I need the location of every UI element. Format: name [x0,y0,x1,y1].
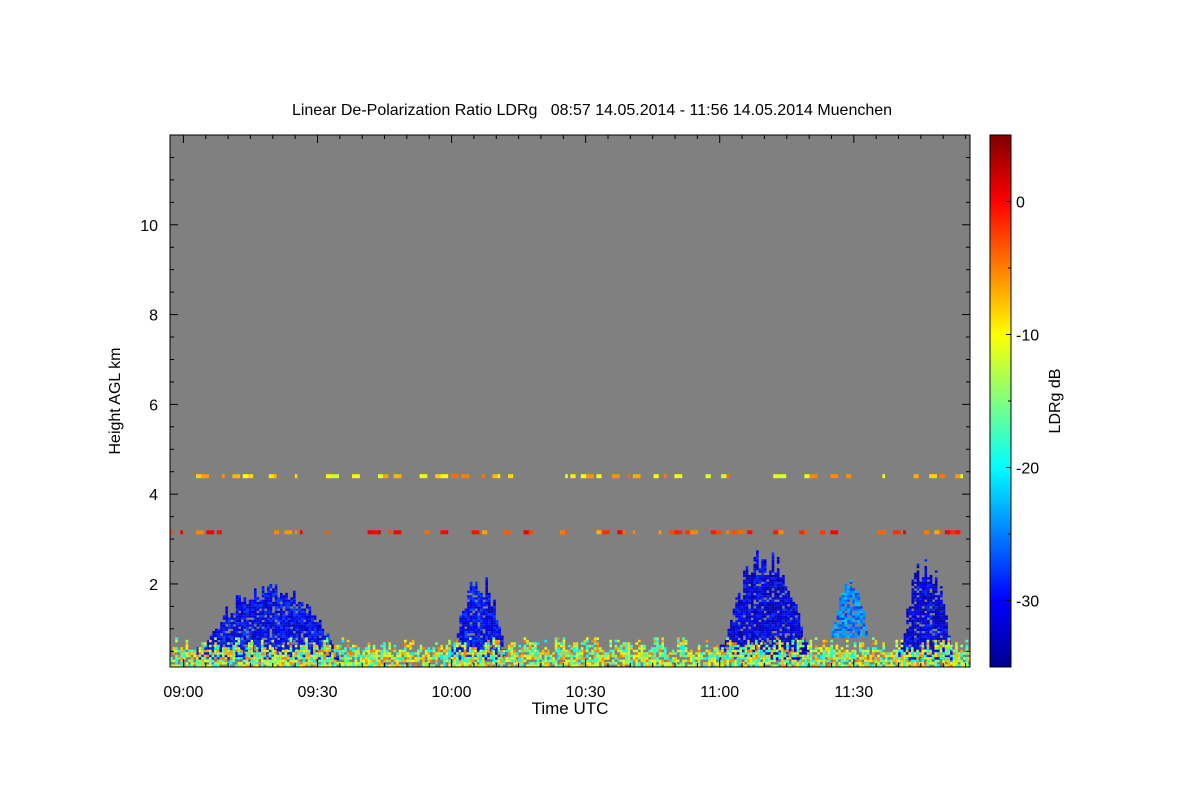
x-tick-label: 09:00 [163,684,203,701]
x-tick-label: 10:00 [432,684,472,701]
y-axis-label: Height AGL km [107,347,124,454]
colorbar-tick-label: 0 [1016,195,1025,212]
ldr-chart: Linear De-Polarization Ratio LDRg 08:57 … [107,102,1064,718]
colorbar-tick-label: -20 [1016,461,1039,478]
x-tick-label: 09:30 [297,684,337,701]
x-tick-label: 11:30 [834,684,873,701]
y-tick-label: 4 [149,487,158,504]
x-axis-label: Time UTC [532,699,609,718]
y-tick-label: 10 [140,218,158,235]
colorbar-label: LDRg dB [1047,369,1064,434]
y-tick-label: 6 [149,397,158,414]
colorbar-tick-label: -30 [1016,594,1039,611]
colorbar-tick-label: -10 [1016,328,1039,345]
y-tick-labels: 2 4 6 8 10 [140,218,158,594]
x-tick-label: 11:00 [700,684,739,701]
y-tick-label: 8 [149,308,158,325]
colorbar [989,134,1012,668]
chart-title: Linear De-Polarization Ratio LDRg 08:57 … [292,102,892,119]
x-tick-labels: 09:00 09:30 10:00 10:30 11:00 11:30 [163,684,873,701]
y-tick-label: 2 [149,577,158,594]
